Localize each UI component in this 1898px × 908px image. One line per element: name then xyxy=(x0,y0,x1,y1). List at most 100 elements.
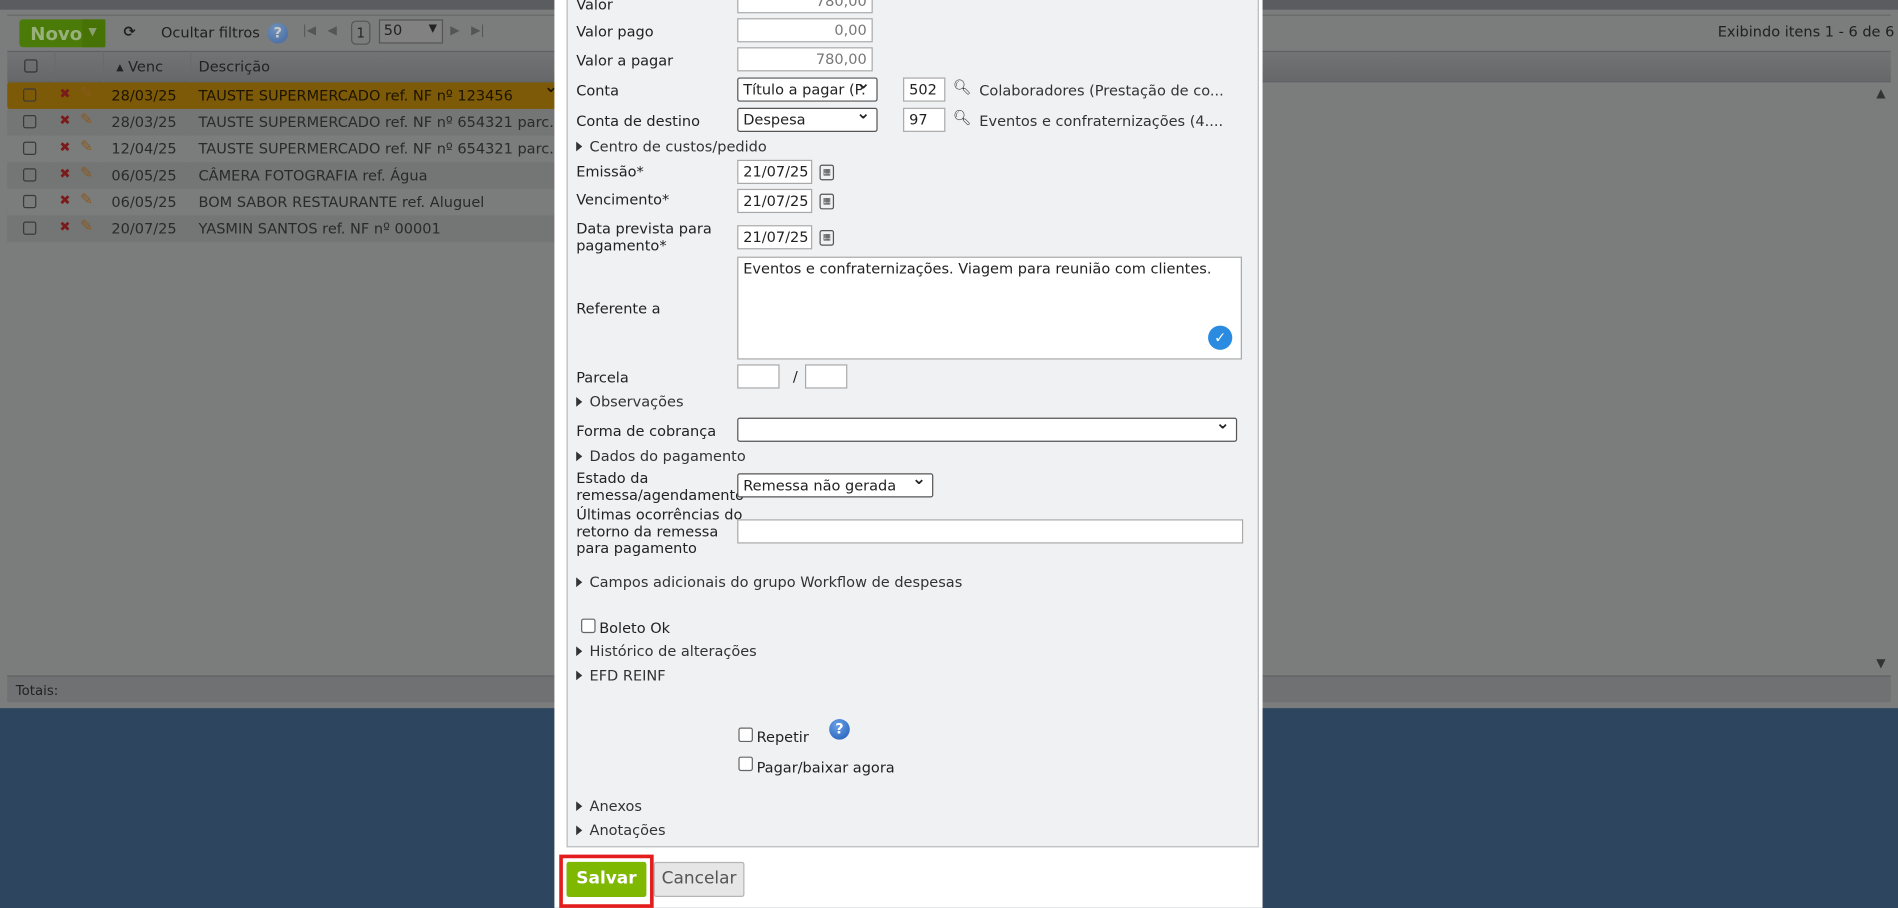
hide-filters-button[interactable]: Ocultar filtros xyxy=(161,24,260,41)
centro-section[interactable]: Centro de custos/pedido xyxy=(576,138,767,155)
row-description: TAUSTE SUPERMERCADO ref. NF nº 654321 pa… xyxy=(198,140,582,158)
expand-icon xyxy=(576,577,583,588)
save-button[interactable]: Salvar xyxy=(566,861,647,897)
parcela-separator: / xyxy=(792,367,798,385)
table-row[interactable]: ✖ ✎ 06/05/25 BOM SABOR RESTAURANTE ref. Alu… xyxy=(7,188,565,216)
parcela-label: Parcela xyxy=(576,369,629,387)
dados-pagamento-section[interactable]: Dados do pagamento xyxy=(576,448,746,465)
edit-icon[interactable]: ✎ xyxy=(80,138,93,156)
valor-pago-label: Valor pago xyxy=(576,22,654,40)
refresh-icon[interactable]: ⟳ xyxy=(123,23,135,40)
valor-pago-field[interactable]: 0,00 xyxy=(737,18,873,43)
conta-type-select[interactable]: Título a pagar (P. xyxy=(737,77,878,102)
row-description: TAUSTE SUPERMERCADO ref. NF nº 123456 xyxy=(198,87,513,105)
vencimento-label: Vencimento* xyxy=(576,191,670,209)
expand-icon xyxy=(576,646,583,657)
row-checkbox[interactable] xyxy=(22,194,37,209)
referente-textarea[interactable]: Eventos e confraternizações. Viagem para… xyxy=(737,256,1242,360)
emissao-field[interactable]: 21/07/25 xyxy=(737,159,813,184)
column-descricao[interactable]: Descrição xyxy=(199,58,270,75)
column-venc[interactable]: ▴ Venc xyxy=(116,58,163,75)
vencimento-field[interactable]: 21/07/25 xyxy=(737,188,813,214)
conta-name: Colaboradores (Prestação de co... xyxy=(979,82,1224,100)
help-icon[interactable]: ? xyxy=(829,719,850,740)
expand-icon xyxy=(576,397,583,407)
expand-icon xyxy=(576,141,583,152)
items-count: Exibindo itens 1 - 6 de 6 xyxy=(1717,22,1895,40)
edit-icon[interactable]: ✎ xyxy=(80,85,93,103)
next-page-icon[interactable]: ▶ ▶| xyxy=(450,24,484,37)
conta-code-field[interactable]: 502 xyxy=(903,77,946,102)
page-number[interactable]: 1 xyxy=(351,20,371,45)
delete-icon[interactable]: ✖ xyxy=(59,219,70,235)
repetir-label: Repetir xyxy=(756,728,809,746)
row-description: BOM SABOR RESTAURANTE ref. Aluguel xyxy=(198,193,485,211)
row-checkbox[interactable] xyxy=(22,141,37,155)
pagar-agora-checkbox[interactable] xyxy=(738,756,753,772)
row-checkbox[interactable] xyxy=(22,88,37,102)
expand-icon xyxy=(576,801,583,812)
new-button[interactable]: Novo ▼ xyxy=(19,19,106,48)
select-all-checkbox[interactable] xyxy=(24,59,38,73)
table-row[interactable]: ✖ ✎ 20/07/25 YASMIN SANTOS ref. NF nº 00001 xyxy=(7,215,565,243)
edit-icon[interactable]: ✎ xyxy=(80,218,93,236)
delete-icon[interactable]: ✖ xyxy=(59,113,70,129)
row-checkbox[interactable] xyxy=(22,221,37,235)
first-page-icon[interactable]: |◀ ◀ xyxy=(303,24,337,37)
table-row[interactable]: ✖ ✎ 12/04/25 TAUSTE SUPERMERCADO ref. NF nº… xyxy=(7,135,582,163)
repetir-checkbox[interactable] xyxy=(738,727,753,743)
pagar-agora-label: Pagar/baixar agora xyxy=(756,758,895,776)
row-date: 28/03/25 xyxy=(111,87,177,105)
calendar-icon[interactable]: ▦ xyxy=(819,229,835,246)
row-date: 12/04/25 xyxy=(111,140,177,158)
destino-type-select[interactable]: Despesa xyxy=(737,107,878,132)
emissao-label: Emissão* xyxy=(576,163,644,181)
referente-label: Referente a xyxy=(576,300,661,318)
historico-section[interactable]: Histórico de alterações xyxy=(576,643,757,660)
observacoes-section[interactable]: Observações xyxy=(576,393,684,410)
search-icon[interactable]: 🔍︎ xyxy=(953,109,971,126)
page-size-select[interactable]: 50 ▼ xyxy=(378,19,444,44)
anotacoes-section[interactable]: Anotações xyxy=(576,822,666,839)
valor-a-pagar-label: Valor a pagar xyxy=(576,52,674,69)
campos-adicionais-section[interactable]: Campos adicionais do grupo Workflow de d… xyxy=(576,574,962,591)
help-icon[interactable]: ? xyxy=(267,22,289,44)
destino-code-field[interactable]: 97 xyxy=(903,107,946,132)
parcela-total-field[interactable] xyxy=(804,364,848,389)
edit-icon[interactable]: ✎ xyxy=(80,111,93,129)
cancel-button[interactable]: Cancelar xyxy=(653,861,745,897)
ultimas-label: Últimas ocorrências do retorno da remessa… xyxy=(576,505,743,557)
row-checkbox[interactable] xyxy=(22,168,37,182)
parcela-field[interactable] xyxy=(737,364,780,389)
destino-name: Eventos e confraternizações (4.... xyxy=(979,112,1224,130)
valor-field[interactable]: 780,00 xyxy=(737,0,873,14)
check-icon: ✓ xyxy=(1208,325,1233,350)
edit-icon[interactable]: ✎ xyxy=(80,165,93,183)
estado-select[interactable]: Remessa não gerada xyxy=(737,473,934,498)
forma-cobranca-label: Forma de cobrança xyxy=(576,422,717,440)
efd-reinf-section[interactable]: EFD REINF xyxy=(576,667,666,684)
delete-icon[interactable]: ✖ xyxy=(59,192,70,208)
scroll-down-icon[interactable]: ▼ xyxy=(1876,657,1885,670)
data-prevista-field[interactable]: 21/07/25 xyxy=(737,225,813,250)
edit-icon[interactable]: ✎ xyxy=(80,191,93,209)
ultimas-field[interactable] xyxy=(737,519,1244,544)
search-icon[interactable]: 🔍︎ xyxy=(953,79,971,96)
conta-label: Conta xyxy=(576,82,620,100)
delete-icon[interactable]: ✖ xyxy=(59,139,70,155)
forma-cobranca-select[interactable] xyxy=(737,417,1238,442)
delete-icon[interactable]: ✖ xyxy=(59,86,70,102)
table-row[interactable]: ✖ ✎ 28/03/25 TAUSTE SUPERMERCADO ref. NF nº… xyxy=(7,108,582,136)
valor-a-pagar-field[interactable]: 780,00 xyxy=(737,47,873,72)
row-description: TAUSTE SUPERMERCADO ref. NF nº 654321 pa… xyxy=(198,113,582,131)
calendar-icon[interactable]: ▦ xyxy=(819,164,835,181)
row-checkbox[interactable] xyxy=(22,114,37,129)
scroll-up-icon[interactable]: ▲ xyxy=(1876,87,1885,100)
table-row[interactable]: ✖ ✎ 28/03/25 TAUSTE SUPERMERCADO ref. NF nº… xyxy=(7,77,565,109)
calendar-icon[interactable]: ▦ xyxy=(819,193,835,210)
boleto-checkbox[interactable] xyxy=(581,618,596,634)
delete-icon[interactable]: ✖ xyxy=(59,166,70,182)
table-row[interactable]: ✖ ✎ 06/05/25 CÂMERA FOTOGRAFIA ref. Água xyxy=(7,162,565,189)
anexos-section[interactable]: Anexos xyxy=(576,798,642,815)
new-dropdown-icon[interactable]: ▼ xyxy=(82,19,106,48)
